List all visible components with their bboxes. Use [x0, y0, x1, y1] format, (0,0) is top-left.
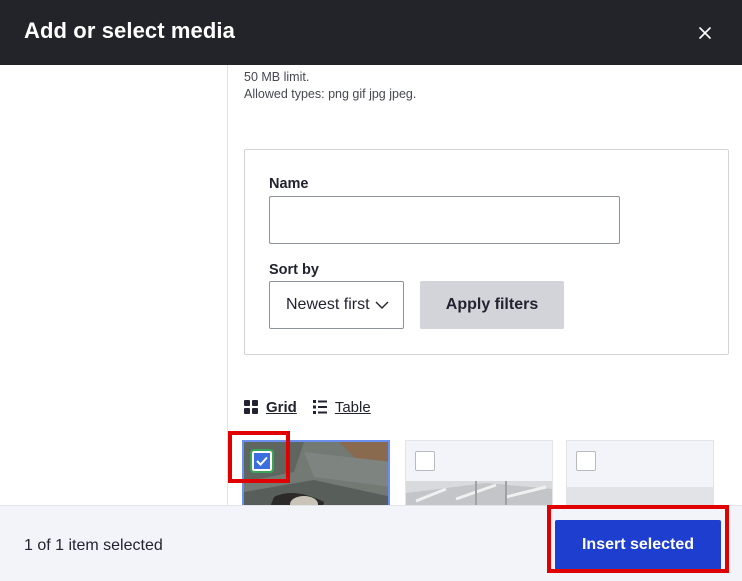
- apply-filters-button[interactable]: Apply filters: [420, 281, 564, 329]
- grid-view-label[interactable]: Grid: [266, 399, 297, 416]
- name-label: Name: [269, 176, 309, 192]
- media-item[interactable]: [566, 440, 714, 505]
- table-view-link[interactable]: Table: [312, 399, 371, 416]
- checkmark-icon: [256, 456, 268, 466]
- name-input[interactable]: [269, 196, 620, 244]
- close-icon[interactable]: [699, 27, 711, 39]
- dialog-header: Add or select media: [0, 0, 742, 65]
- selection-status: 1 of 1 item selected: [24, 537, 163, 554]
- media-item-checkbox[interactable]: [250, 449, 274, 473]
- dialog-footer: 1 of 1 item selected Insert selected: [0, 505, 742, 581]
- list-icon: [312, 400, 327, 414]
- sort-by-label: Sort by: [269, 262, 319, 278]
- media-library-main: 50 MB limit. Allowed types: png gif jpg …: [228, 65, 742, 505]
- upload-help-text: 50 MB limit. Allowed types: png gif jpg …: [244, 69, 416, 103]
- close-button[interactable]: [693, 21, 717, 45]
- media-item-checkbox[interactable]: [576, 451, 596, 471]
- view-toggle: Grid Table: [244, 396, 371, 418]
- grid-icon: [244, 400, 258, 414]
- filters-panel: Name Sort by Newest first Apply filters: [244, 149, 729, 355]
- dialog-title: Add or select media: [24, 18, 235, 43]
- table-view-label[interactable]: Table: [335, 399, 371, 416]
- chevron-down-icon: [375, 301, 389, 309]
- media-item[interactable]: [242, 440, 390, 505]
- upload-allowed-types: Allowed types: png gif jpg jpeg.: [244, 87, 417, 101]
- media-item-checkbox[interactable]: [415, 451, 435, 471]
- grid-view-link[interactable]: Grid: [244, 399, 297, 416]
- insert-selected-button[interactable]: Insert selected: [555, 520, 721, 570]
- media-type-sidebar: [0, 65, 228, 505]
- sort-by-value: Newest first: [286, 296, 370, 313]
- sort-by-select[interactable]: Newest first: [269, 281, 404, 329]
- upload-size-limit: 50 MB limit.: [244, 70, 310, 84]
- media-item[interactable]: [405, 440, 553, 505]
